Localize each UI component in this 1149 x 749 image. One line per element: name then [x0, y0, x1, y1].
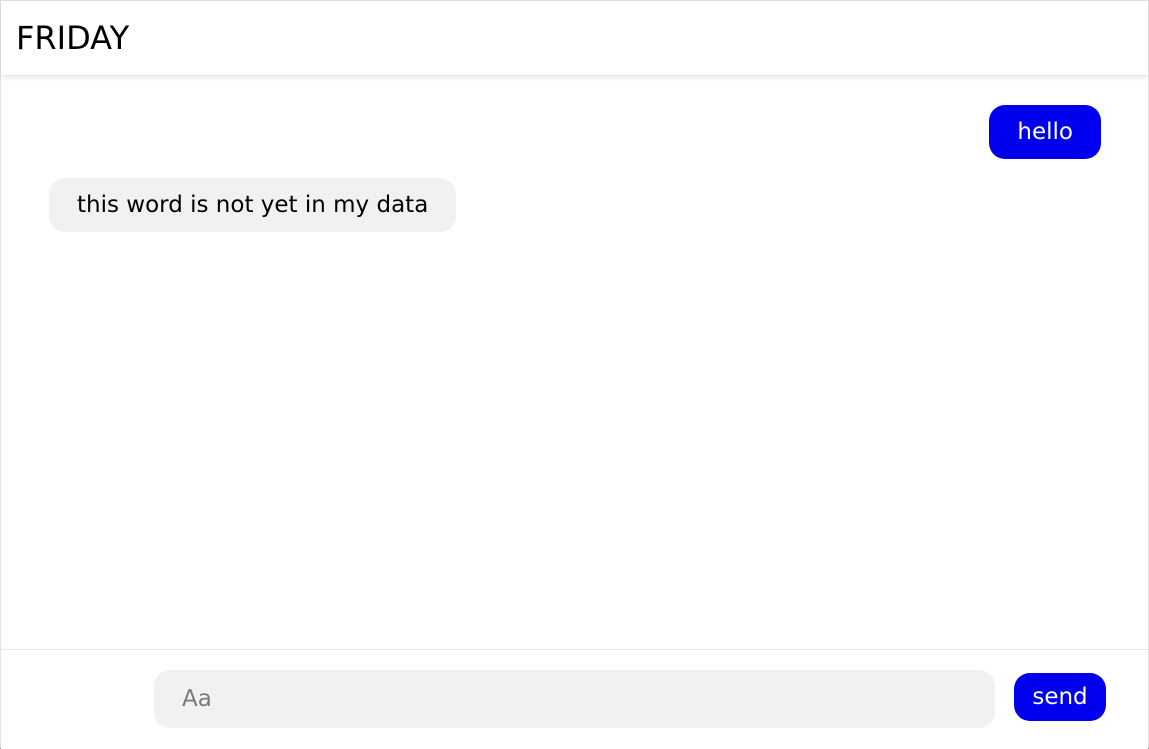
message-input[interactable]	[154, 670, 995, 728]
message-list: hello this word is not yet in my data	[1, 75, 1148, 649]
send-button[interactable]: send	[1014, 673, 1106, 721]
message-input-wrapper	[154, 670, 995, 728]
app-title: FRIDAY	[16, 19, 130, 57]
composer-bar: send	[1, 649, 1148, 749]
app-header: FRIDAY	[1, 1, 1148, 75]
bot-message-bubble: this word is not yet in my data	[49, 178, 457, 232]
chat-app: FRIDAY hello this word is not yet in my …	[0, 0, 1149, 749]
user-message-bubble: hello	[989, 105, 1101, 159]
